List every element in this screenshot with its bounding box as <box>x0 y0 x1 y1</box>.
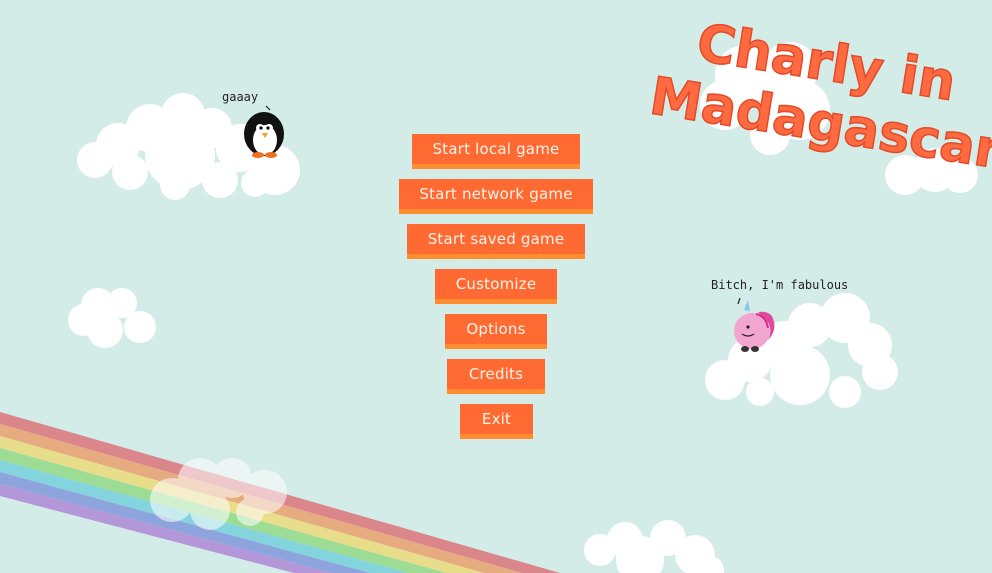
start-saved-game-button[interactable]: Start saved game <box>407 224 585 259</box>
start-network-game-button[interactable]: Start network game <box>399 179 593 214</box>
customize-button[interactable]: Customize <box>435 269 557 304</box>
start-network-game-label: Start network game <box>419 185 573 203</box>
credits-label: Credits <box>468 365 524 383</box>
unicorn-speech: Bitch, I'm fabulous <box>711 278 849 292</box>
unicorn-character <box>734 297 775 352</box>
credits-button[interactable]: Credits <box>447 359 545 394</box>
start-local-game-label: Start local game <box>432 140 560 158</box>
exit-button[interactable]: Exit <box>460 404 533 439</box>
exit-label: Exit <box>481 410 512 428</box>
start-saved-game-label: Start saved game <box>427 230 565 248</box>
cloud-small-left <box>68 288 156 348</box>
penguin-character <box>244 105 284 158</box>
customize-label: Customize <box>455 275 537 293</box>
start-local-game-button[interactable]: Start local game <box>412 134 580 169</box>
options-label: Options <box>466 320 526 338</box>
cloud-bottom <box>584 520 724 573</box>
options-button[interactable]: Options <box>445 314 547 349</box>
penguin-speech: gaaay <box>222 90 259 104</box>
game-title: Charly in Madagascar <box>645 12 992 182</box>
